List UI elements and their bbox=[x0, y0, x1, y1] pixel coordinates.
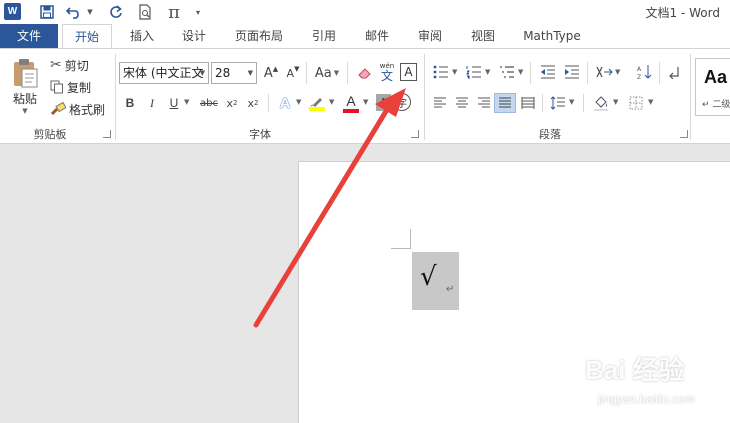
annotation-arrow bbox=[253, 88, 406, 328]
